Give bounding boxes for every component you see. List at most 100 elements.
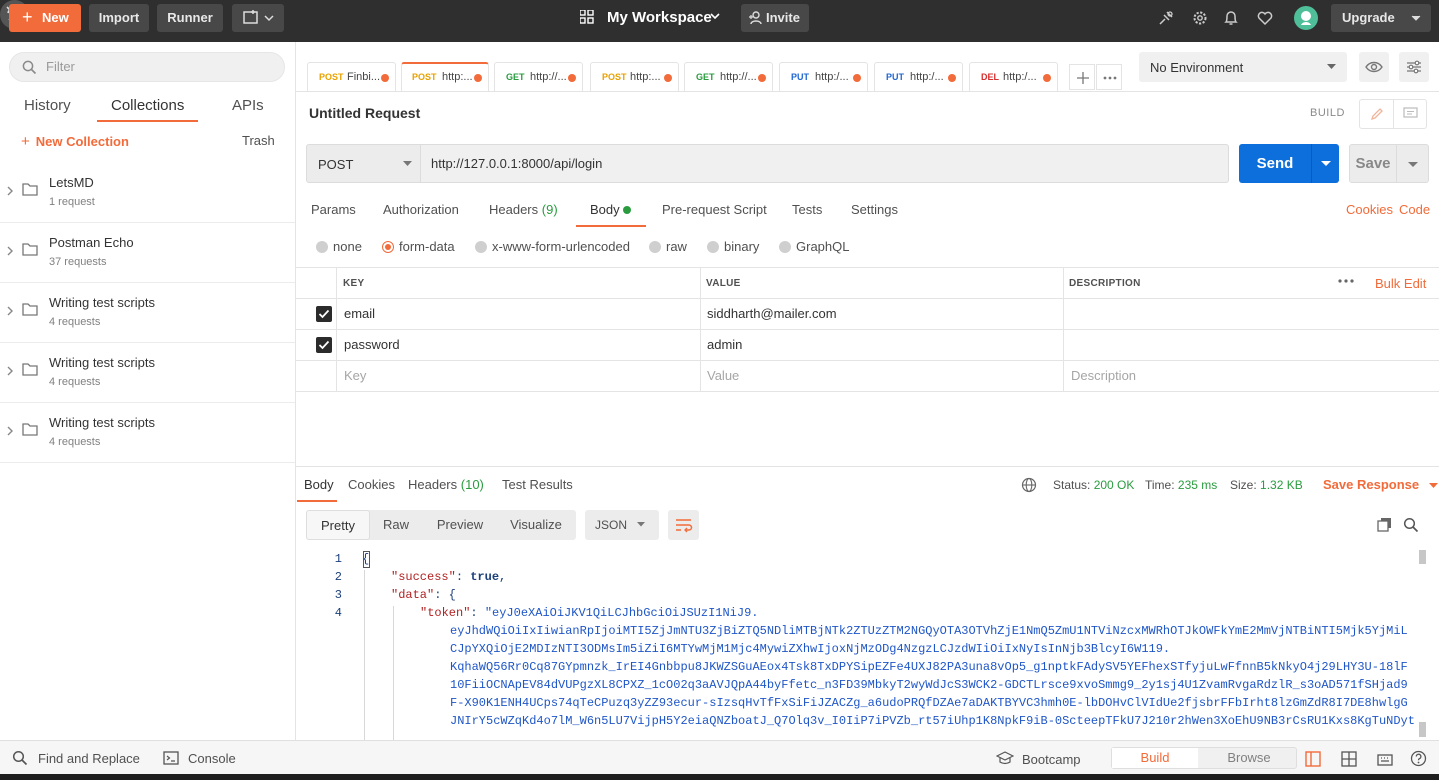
manage-environments-button[interactable] <box>1399 52 1429 82</box>
param-value[interactable]: admin <box>707 337 742 352</box>
new-tab-button[interactable] <box>1069 64 1095 90</box>
columns-layout-icon[interactable] <box>1341 751 1357 767</box>
find-replace-button[interactable]: Find and Replace <box>38 751 140 766</box>
search-icon[interactable] <box>1403 517 1419 533</box>
key-placeholder[interactable]: Key <box>344 368 366 383</box>
new-window-button[interactable] <box>232 4 284 32</box>
request-tab[interactable]: GET http://... <box>494 62 583 92</box>
tab-authorization[interactable]: Authorization <box>383 202 459 217</box>
send-button[interactable]: Send <box>1239 144 1311 183</box>
save-button[interactable]: Save <box>1349 144 1397 183</box>
trash-button[interactable]: Trash <box>242 133 275 148</box>
tab-headers[interactable]: Headers (9) <box>489 202 558 217</box>
param-key[interactable]: password <box>344 337 400 352</box>
sidebar-tab-history[interactable]: History <box>24 97 71 114</box>
radio-button-selected[interactable] <box>382 241 394 253</box>
radio-button[interactable] <box>475 241 487 253</box>
request-tab[interactable]: POST Finbi... <box>307 62 396 92</box>
help-icon[interactable] <box>1410 750 1427 767</box>
ellipsis-icon[interactable] <box>1337 277 1355 285</box>
view-raw[interactable]: Raw <box>372 510 420 540</box>
url-input[interactable] <box>431 156 1211 171</box>
response-tab-test-results[interactable]: Test Results <box>502 477 573 492</box>
pencil-icon[interactable] <box>1369 106 1385 122</box>
more-tabs-button[interactable] <box>1096 64 1122 90</box>
browse-mode-button[interactable]: Browse <box>1204 748 1294 768</box>
upgrade-button[interactable]: Upgrade <box>1331 4 1431 32</box>
save-options-button[interactable] <box>1397 144 1429 183</box>
vertical-scrollbar[interactable] <box>1419 550 1426 740</box>
tab-tests[interactable]: Tests <box>792 202 822 217</box>
request-tab[interactable]: GET http://... <box>684 62 773 92</box>
param-key[interactable]: email <box>344 306 375 321</box>
format-selector[interactable]: JSON <box>585 510 659 540</box>
request-tab[interactable]: DEL http:/... <box>969 62 1058 92</box>
filter-input[interactable] <box>46 59 276 74</box>
console-button[interactable]: Console <box>188 751 236 766</box>
sidebar-tab-collections[interactable]: Collections <box>111 97 184 114</box>
satellite-icon[interactable] <box>1157 9 1175 27</box>
send-options-button[interactable] <box>1311 144 1339 183</box>
new-collection-button[interactable]: + New Collection <box>21 133 129 150</box>
build-mode-button[interactable]: Build <box>1112 748 1198 768</box>
two-pane-view-icon[interactable] <box>1305 751 1321 767</box>
request-title[interactable]: Untitled Request <box>309 105 420 121</box>
gear-icon[interactable] <box>1191 9 1209 27</box>
filter-box[interactable] <box>9 52 285 82</box>
keyboard-shortcuts-icon[interactable] <box>1377 751 1393 767</box>
radio-button[interactable] <box>649 241 661 253</box>
param-value[interactable]: siddharth@mailer.com <box>707 306 837 321</box>
request-tab[interactable]: PUT http:/... <box>779 62 868 92</box>
method-selector[interactable]: POST <box>306 144 421 183</box>
save-response-button[interactable]: Save Response <box>1323 477 1438 492</box>
request-tab[interactable]: POST http:... <box>590 62 679 92</box>
scroll-down-handle[interactable] <box>1419 722 1426 737</box>
response-tab-body[interactable]: Body <box>304 477 334 492</box>
code-link[interactable]: Code <box>1399 202 1430 217</box>
radio-button[interactable] <box>316 241 328 253</box>
radio-button[interactable] <box>707 241 719 253</box>
new-button[interactable]: + New <box>9 4 81 32</box>
tab-settings[interactable]: Settings <box>851 202 898 217</box>
invite-button[interactable]: Invite <box>741 4 809 32</box>
wrap-lines-button[interactable] <box>668 510 699 540</box>
tab-body[interactable]: Body <box>590 202 620 217</box>
request-tab[interactable]: PUT http:/... <box>874 62 963 92</box>
tab-params[interactable]: Params <box>311 202 356 217</box>
collection-item[interactable]: Writing test scripts 4 requests <box>0 343 295 403</box>
collection-item[interactable]: Writing test scripts 4 requests <box>0 283 295 343</box>
description-placeholder[interactable]: Description <box>1071 368 1136 383</box>
copy-icon[interactable] <box>1377 517 1393 533</box>
globe-icon[interactable] <box>1021 477 1037 493</box>
request-view-toggle[interactable] <box>1359 99 1427 129</box>
row-checkbox[interactable] <box>316 337 332 353</box>
radio-button[interactable] <box>779 241 791 253</box>
response-tab-cookies[interactable]: Cookies <box>348 477 395 492</box>
response-body-viewer[interactable]: 1 2 3 4 { "success": true, "data": { "to… <box>296 549 1439 739</box>
cookies-link[interactable]: Cookies <box>1346 202 1393 217</box>
response-divider[interactable] <box>296 466 1439 467</box>
bootcamp-button[interactable]: Bootcamp <box>1022 752 1081 767</box>
row-checkbox[interactable] <box>316 306 332 322</box>
heart-icon[interactable] <box>1256 9 1274 27</box>
view-visualize[interactable]: Visualize <box>502 510 570 540</box>
view-pretty[interactable]: Pretty <box>306 510 370 540</box>
comment-icon[interactable] <box>1403 107 1419 121</box>
environment-selector[interactable]: No Environment <box>1139 52 1347 82</box>
request-tab-active[interactable]: POST http:... <box>401 62 489 92</box>
collection-item[interactable]: Postman Echo 37 requests <box>0 223 295 283</box>
value-placeholder[interactable]: Value <box>707 368 739 383</box>
scroll-up-handle[interactable] <box>1419 550 1426 564</box>
avatar[interactable] <box>1294 6 1318 30</box>
import-button[interactable]: Import <box>89 4 149 32</box>
response-tab-headers[interactable]: Headers (10) <box>408 477 484 492</box>
view-preview[interactable]: Preview <box>428 510 492 540</box>
collection-item[interactable]: Writing test scripts 4 requests <box>0 403 295 463</box>
environment-quick-look-button[interactable] <box>1359 52 1389 82</box>
bulk-edit-link[interactable]: Bulk Edit <box>1375 276 1426 291</box>
bell-icon[interactable] <box>1222 9 1240 27</box>
tab-pre-request-script[interactable]: Pre-request Script <box>662 202 767 217</box>
url-bar[interactable] <box>421 144 1229 183</box>
collection-item[interactable]: LetsMD 1 request <box>0 163 295 223</box>
sidebar-tab-apis[interactable]: APIs <box>232 97 264 114</box>
